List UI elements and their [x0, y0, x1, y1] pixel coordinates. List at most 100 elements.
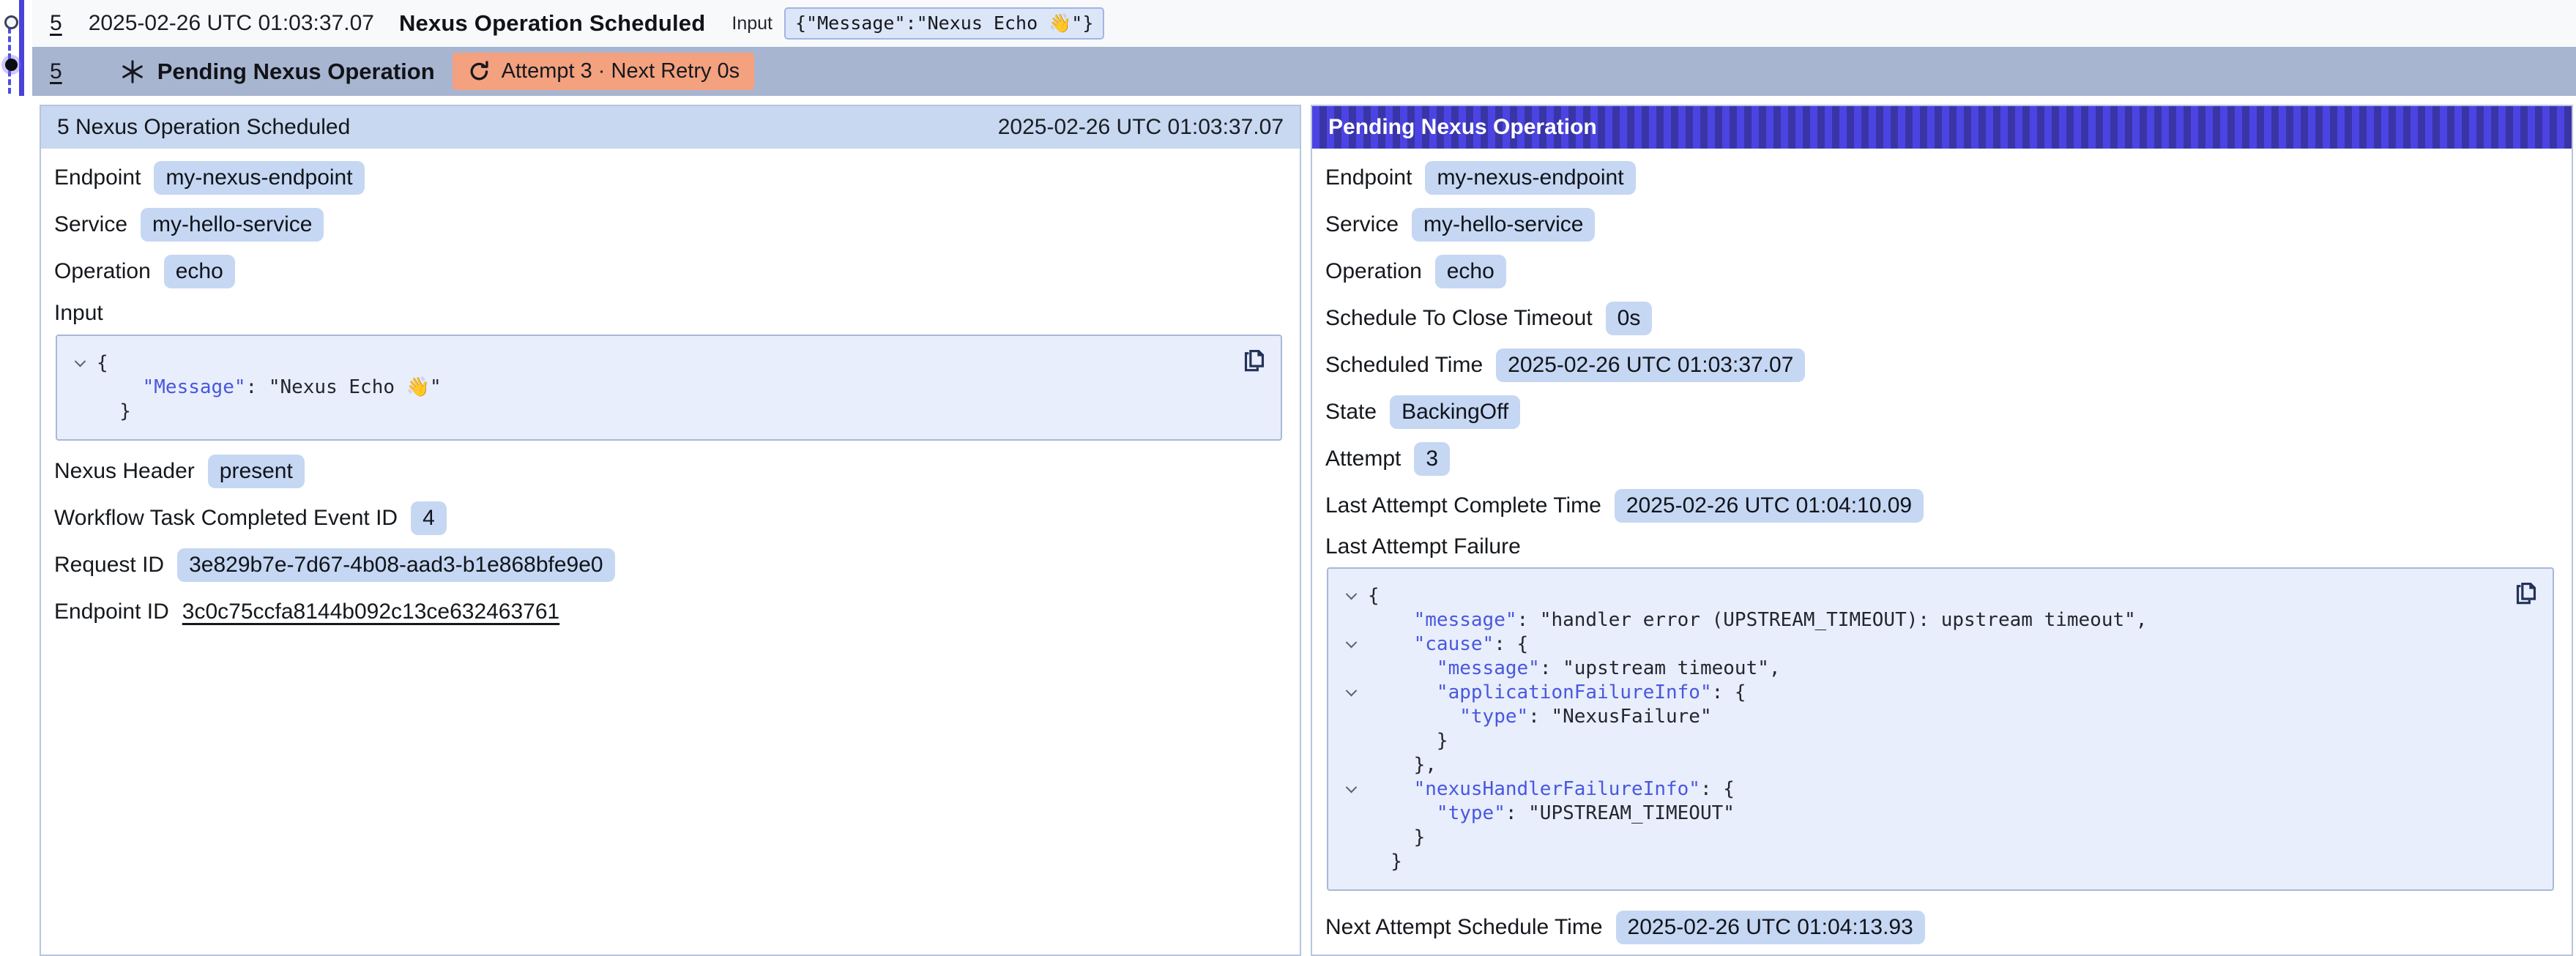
code-line: { — [63, 351, 1229, 376]
field-value-badge: 3e829b7e-7d67-4b08-aad3-b1e868bfe9e0 — [177, 548, 615, 582]
code-gutter — [1334, 802, 1368, 826]
field-value-badge: my-nexus-endpoint — [1425, 161, 1635, 195]
pending-operation-panel: Pending Nexus Operation Endpointmy-nexus… — [1311, 105, 2573, 956]
field-label: Attempt — [1325, 447, 1401, 471]
code-line: "cause": { — [1334, 632, 2501, 657]
field-label: Service — [1325, 212, 1399, 237]
field-label: Last Attempt Complete Time — [1325, 493, 1601, 518]
code-text: } — [97, 400, 131, 424]
event-detail-panel: 5 Nexus Operation Scheduled 2025-02-26 U… — [40, 105, 1301, 956]
field-label: State — [1325, 400, 1377, 425]
event-title: Nexus Operation Scheduled — [399, 10, 705, 37]
field-value-badge: my-hello-service — [141, 208, 324, 242]
code-line: } — [1334, 729, 2501, 753]
code-gutter — [1334, 681, 1368, 705]
collapse-caret-icon[interactable] — [1345, 685, 1357, 697]
field-row-workflow-task-completed-event-id: Workflow Task Completed Event ID4 — [54, 495, 1284, 542]
retry-badge-text: Attempt 3 · Next Retry 0s — [502, 59, 740, 83]
code-text: "type": "NexusFailure" — [1368, 705, 1712, 729]
failure-section-label: Last Attempt Failure — [1325, 534, 1521, 559]
code-line: "type": "UPSTREAM_TIMEOUT" — [1334, 802, 2501, 826]
timeline-active-bar — [19, 0, 24, 96]
field-row-endpoint: Endpointmy-nexus-endpoint — [1325, 154, 2555, 201]
field-value-badge: 4 — [411, 501, 447, 535]
field-row-operation: Operation echo — [54, 248, 1284, 295]
field-value-badge: present — [208, 455, 305, 488]
field-label: Service — [54, 212, 127, 237]
field-row-service: Servicemy-hello-service — [1325, 201, 2555, 248]
code-gutter — [63, 351, 97, 376]
code-line: "nexusHandlerFailureInfo": { — [1334, 777, 2501, 802]
field-row-service: Service my-hello-service — [54, 201, 1284, 248]
field-row-attempt: Attempt3 — [1325, 436, 2555, 482]
code-text: } — [1368, 729, 1448, 753]
timeline-node-filled-icon[interactable] — [5, 59, 18, 71]
code-text: "type": "UPSTREAM_TIMEOUT" — [1368, 802, 1735, 826]
input-json-viewer: { "Message": "Nexus Echo 👋" } — [56, 335, 1282, 441]
copy-button[interactable] — [2510, 579, 2539, 608]
field-row-state: StateBackingOff — [1325, 389, 2555, 436]
code-text: "message": "upstream timeout", — [1368, 657, 1781, 681]
field-value-badge: 2025-02-26 UTC 01:03:37.07 — [1496, 348, 1805, 382]
field-label: Request ID — [54, 553, 164, 578]
field-row-endpoint-id: Endpoint ID 3c0c75ccfa8144b092c13ce632463… — [54, 589, 1284, 635]
field-row-endpoint: Endpoint my-nexus-endpoint — [54, 154, 1284, 201]
code-text: { — [97, 351, 108, 376]
timeline-dashed-connector — [8, 19, 11, 94]
code-text: "nexusHandlerFailureInfo": { — [1368, 777, 1735, 802]
code-line: "Message": "Nexus Echo 👋" — [63, 376, 1229, 400]
code-line: "applicationFailureInfo": { — [1334, 681, 2501, 705]
field-label: Endpoint — [54, 165, 141, 190]
code-gutter — [63, 400, 97, 424]
field-row-nexus-header: Nexus Header present — [54, 448, 1284, 495]
failure-json-viewer: { "message": "handler error (UPSTREAM_TI… — [1327, 567, 2554, 891]
collapse-caret-icon[interactable] — [74, 356, 86, 367]
code-text: "cause": { — [1368, 632, 1528, 657]
code-text: } — [1368, 850, 1402, 874]
pending-panel-title: Pending Nexus Operation — [1328, 115, 1597, 140]
event-row-scheduled[interactable]: 5 2025-02-26 UTC 01:03:37.07 Nexus Opera… — [32, 0, 2576, 47]
field-value-badge: echo — [164, 255, 235, 288]
field-label: Scheduled Time — [1325, 353, 1483, 378]
code-line: } — [1334, 826, 2501, 850]
collapse-caret-icon[interactable] — [1345, 637, 1357, 649]
field-label: Next Attempt Schedule Time — [1325, 915, 1603, 940]
pending-id-link[interactable]: 5 — [50, 59, 62, 84]
code-gutter — [1334, 632, 1368, 657]
code-line: }, — [1334, 753, 2501, 777]
code-gutter — [1334, 850, 1368, 874]
code-gutter — [1334, 584, 1368, 608]
timeline-node-open-icon[interactable] — [4, 15, 18, 29]
input-section-label: Input — [54, 301, 103, 326]
field-label: Endpoint ID — [54, 600, 169, 624]
field-label: Nexus Header — [54, 459, 195, 484]
code-text: }, — [1368, 753, 1437, 777]
code-line: "message": "upstream timeout", — [1334, 657, 2501, 681]
event-row-pending[interactable]: 5 Pending Nexus Operation Attempt 3 · Ne… — [32, 47, 2576, 96]
collapse-caret-icon[interactable] — [1345, 589, 1357, 600]
field-value-link[interactable]: 3c0c75ccfa8144b092c13ce632463761 — [182, 600, 559, 624]
field-label: Operation — [54, 259, 151, 284]
code-text: "Message": "Nexus Echo 👋" — [97, 376, 442, 400]
code-gutter — [1334, 753, 1368, 777]
workflow-history-screen: 5 2025-02-26 UTC 01:03:37.07 Nexus Opera… — [0, 0, 2576, 956]
collapse-caret-icon[interactable] — [1345, 782, 1357, 793]
pending-title: Pending Nexus Operation — [157, 59, 435, 85]
event-panel-header: 5 Nexus Operation Scheduled 2025-02-26 U… — [41, 106, 1300, 149]
field-row-scheduled-time: Scheduled Time 2025-02-26 UTC 01:03:37.07 — [1325, 342, 2555, 389]
code-gutter — [1334, 777, 1368, 802]
code-line: "message": "handler error (UPSTREAM_TIME… — [1334, 608, 2501, 632]
field-row-next-attempt-schedule-time: Next Attempt Schedule Time2025-02-26 UTC… — [1325, 904, 2555, 951]
field-value-badge: my-nexus-endpoint — [154, 161, 364, 195]
code-text: "applicationFailureInfo": { — [1368, 681, 1746, 705]
copy-button[interactable] — [1238, 346, 1267, 376]
code-gutter — [1334, 729, 1368, 753]
event-input-preview-badge[interactable]: {"Message":"Nexus Echo 👋"} — [784, 7, 1104, 40]
code-text: { — [1368, 584, 1380, 608]
event-input-label: Input — [732, 13, 773, 34]
field-row-schedule-to-close-timeout: Schedule To Close Timeout0s — [1325, 295, 2555, 342]
code-text: "message": "handler error (UPSTREAM_TIME… — [1368, 608, 2147, 632]
event-id-link[interactable]: 5 — [50, 11, 62, 36]
field-row-operation: Operationecho — [1325, 248, 2555, 295]
code-line: "type": "NexusFailure" — [1334, 705, 2501, 729]
